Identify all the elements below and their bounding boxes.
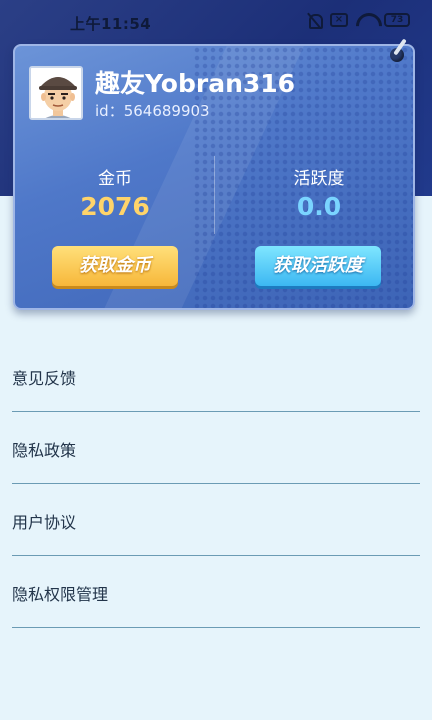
avatar[interactable] [29, 66, 83, 120]
menu-item-label: 意见反馈 [12, 369, 77, 388]
menu-item-feedback[interactable]: 意见反馈 [12, 340, 420, 412]
menu-item-privacy-permissions[interactable]: 隐私权限管理 [12, 556, 420, 628]
username: 趣友Yobran316 [95, 69, 296, 98]
user-avatar-icon [31, 68, 81, 118]
status-icons: × 73 [306, 12, 410, 29]
menu-item-label: 隐私政策 [12, 441, 77, 460]
profile-card: 趣友Yobran316 id：564689903 金币 2076 活跃度 0.0… [13, 44, 415, 310]
mute-icon [306, 12, 323, 29]
activity-label: 活跃度 [293, 169, 345, 189]
status-time: 上午11:54 [70, 15, 152, 33]
activity-value: 0.0 [296, 192, 342, 221]
coins-value: 2076 [80, 192, 150, 221]
stats-divider [214, 156, 215, 234]
coins-label: 金币 [98, 169, 132, 189]
menu-item-privacy-policy[interactable]: 隐私政策 [12, 412, 420, 484]
menu-item-label: 隐私权限管理 [12, 585, 109, 604]
battery-icon: 73 [384, 13, 410, 27]
menu-item-user-agreement[interactable]: 用户协议 [12, 484, 420, 556]
status-bar: 上午11:54 × 73 [0, 0, 432, 44]
get-activity-button[interactable]: 获取活跃度 [255, 246, 381, 286]
menu-item-label: 用户协议 [12, 513, 77, 532]
get-coins-button[interactable]: 获取金币 [52, 246, 178, 286]
wifi-icon [356, 13, 376, 27]
settings-menu: 意见反馈 隐私政策 用户协议 隐私权限管理 [12, 340, 420, 628]
user-id: id：564689903 [95, 102, 210, 120]
sim-off-icon: × [330, 13, 348, 27]
pin-icon [388, 38, 404, 64]
